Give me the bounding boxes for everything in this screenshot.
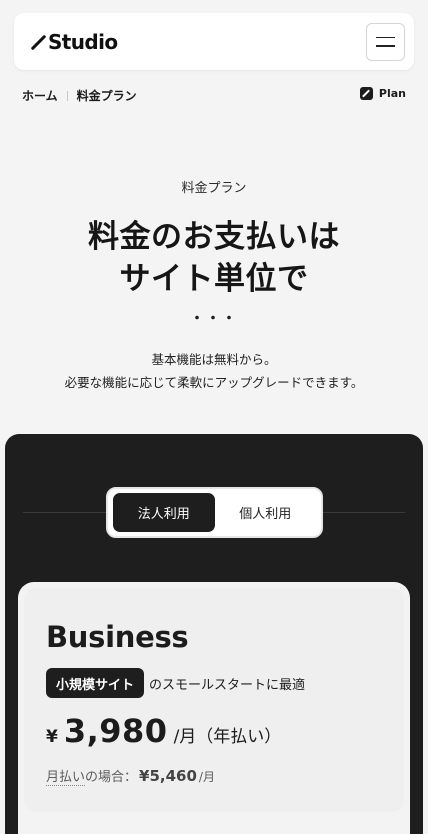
page-title: 料金のお支払いは サイト単位で — [0, 216, 428, 300]
section-eyebrow: 料金プラン — [181, 181, 247, 196]
plan-card-business: Business 小規模サイト のスモールスタートに最適 ¥ 3,980 /月（… — [18, 582, 410, 834]
plan-tagline-text: のスモールスタートに最適 — [149, 677, 306, 693]
price-value: 3,980 — [63, 712, 168, 750]
plan-tagline: 小規模サイト のスモールスタートに最適 — [46, 668, 305, 698]
plan-type-toggle: 法人利用 個人利用 — [106, 487, 323, 538]
breadcrumb: ホーム 料金プラン — [22, 87, 137, 104]
monthly-label-suffix: の場合： — [85, 770, 138, 785]
plan-link-label: Plan — [378, 87, 406, 100]
monthly-label[interactable]: 月払い — [46, 766, 86, 786]
monthly-price-note: 月払い の場合： ¥5,460 /月 — [46, 766, 215, 786]
title-line-1: 料金のお支払いは — [88, 219, 340, 255]
edit-icon — [359, 87, 373, 100]
breadcrumb-home[interactable]: ホーム — [22, 87, 58, 104]
pricing-panel: 法人利用 個人利用 Business 小規模サイト のスモールスタートに最適 ¥… — [5, 434, 423, 834]
plan-name: Business — [46, 620, 189, 654]
lead-line-2: 必要な機能に応じて柔軟にアップグレードできます。 — [64, 375, 364, 390]
logo-text: Studio — [48, 29, 118, 54]
toggle-corporate[interactable]: 法人利用 — [113, 493, 215, 532]
plan-card-summary: Business 小規模サイト のスモールスタートに最適 ¥ 3,980 /月（… — [24, 588, 404, 812]
plan-price: ¥ 3,980 /月（年払い） — [46, 712, 281, 750]
plan-link[interactable]: Plan — [359, 87, 406, 100]
hamburger-icon — [376, 36, 395, 38]
monthly-price: ¥5,460 — [139, 767, 197, 785]
logo-slash-icon — [30, 34, 46, 50]
studio-logo[interactable]: Studio — [30, 30, 118, 54]
price-currency: ¥ — [46, 727, 58, 747]
lead-text: 基本機能は無料から。 必要な機能に応じて柔軟にアップグレードできます。 — [0, 348, 428, 394]
price-unit: /月（年払い） — [173, 727, 282, 747]
lead-line-1: 基本機能は無料から。 — [151, 352, 277, 367]
menu-button[interactable] — [366, 22, 405, 61]
plan-badge: 小規模サイト — [46, 668, 145, 698]
decorative-dots: ・・・ — [190, 311, 238, 327]
breadcrumb-current: 料金プラン — [76, 89, 137, 103]
site-header: Studio — [14, 13, 414, 70]
toggle-personal[interactable]: 個人利用 — [215, 493, 317, 532]
monthly-unit: /月 — [198, 770, 215, 784]
breadcrumb-separator — [66, 90, 68, 101]
title-line-2: サイト単位で — [119, 261, 309, 297]
